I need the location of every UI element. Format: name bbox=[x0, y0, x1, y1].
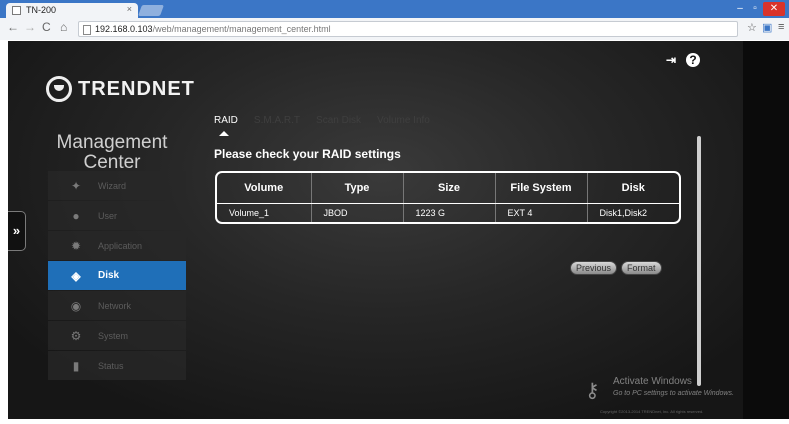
browser-toolbar: ← → C ⌂ 192.168.0.103/web/management/man… bbox=[0, 18, 789, 40]
disk-icon: ◈ bbox=[71, 268, 81, 283]
sidebar-item-user[interactable]: ● User bbox=[48, 201, 186, 230]
sidebar-item-label: Status bbox=[98, 360, 124, 371]
raid-settings-table: Volume Type Size File System Disk Volume… bbox=[215, 171, 681, 224]
maximize-button[interactable]: ▫ bbox=[748, 2, 762, 16]
forward-icon[interactable]: → bbox=[24, 20, 36, 34]
menu-icon[interactable]: ≡ bbox=[778, 21, 784, 33]
tab-strip: TN-200 × – ▫ ✕ bbox=[0, 0, 789, 18]
previous-button[interactable]: Previous bbox=[570, 261, 618, 275]
extension-icon[interactable]: ▣ bbox=[762, 21, 772, 34]
page-icon bbox=[83, 25, 91, 35]
table-cell: 1223 G bbox=[403, 203, 496, 222]
trendnet-logo-icon bbox=[46, 76, 72, 102]
bookmark-star-icon[interactable]: ☆ bbox=[747, 21, 757, 34]
table-row: Volume_1 JBOD 1223 G EXT 4 Disk1,Disk2 bbox=[217, 203, 679, 222]
logo-text: TRENDNET bbox=[78, 77, 195, 100]
gear-icon: ✹ bbox=[70, 238, 82, 253]
system-icon: ⚙ bbox=[70, 328, 82, 343]
format-button[interactable]: Format bbox=[621, 261, 662, 275]
user-icon: ● bbox=[72, 208, 80, 223]
new-tab-button[interactable] bbox=[137, 5, 165, 16]
content-scrollbar[interactable] bbox=[697, 136, 701, 386]
table-cell: EXT 4 bbox=[495, 203, 588, 222]
sidebar-item-application[interactable]: ✹ Application bbox=[48, 231, 186, 260]
address-bar[interactable]: 192.168.0.103/web/management/management_… bbox=[78, 21, 738, 37]
sidebar-item-label: Disk bbox=[98, 270, 120, 281]
trendnet-logo: TRENDNET bbox=[46, 76, 195, 102]
right-edge-panel bbox=[743, 41, 789, 419]
column-header: File System bbox=[495, 173, 588, 204]
disk-tabs: RAID S.M.A.R.T Scan Disk Volume Info bbox=[214, 115, 430, 136]
column-header: Volume bbox=[217, 173, 312, 204]
sidebar-item-label: Wizard bbox=[98, 180, 127, 191]
column-header: Size bbox=[403, 173, 496, 204]
browser-tab[interactable]: TN-200 × bbox=[6, 3, 138, 18]
column-header: Disk bbox=[587, 173, 679, 204]
nas-web-ui: TRENDNET ⇥ ? Management Center ✦ Wizard … bbox=[8, 41, 789, 419]
sidebar-item-label: System bbox=[98, 330, 129, 341]
footer-copyright: Copyright ©2013-2014 TRENDnet, Inc. All … bbox=[600, 409, 704, 414]
back-icon[interactable]: ← bbox=[7, 20, 19, 34]
browser-chrome: TN-200 × – ▫ ✕ ← → C ⌂ 192.168.0.103/web… bbox=[0, 0, 789, 40]
table-cell: Volume_1 bbox=[217, 203, 312, 222]
sidebar-item-wizard[interactable]: ✦ Wizard bbox=[48, 171, 186, 200]
tab-raid[interactable]: RAID bbox=[214, 115, 238, 136]
network-icon: ◉ bbox=[70, 298, 82, 313]
url-host: 192.168.0.103 bbox=[95, 24, 153, 34]
home-icon[interactable]: ⌂ bbox=[60, 20, 67, 34]
sidebar-item-label: User bbox=[98, 210, 118, 221]
key-icon: ⚷ bbox=[585, 380, 600, 402]
column-header: Type bbox=[311, 173, 404, 204]
help-icon[interactable]: ? bbox=[686, 53, 700, 67]
sidebar-item-label: Network bbox=[98, 300, 132, 311]
management-center-title: Management Center bbox=[56, 132, 168, 173]
close-window-button[interactable]: ✕ bbox=[763, 2, 785, 16]
table-cell: JBOD bbox=[311, 203, 404, 222]
tab-scan-disk[interactable]: Scan Disk bbox=[316, 115, 361, 126]
sidebar-toggle-button[interactable]: » bbox=[8, 211, 26, 251]
sidebar-item-disk[interactable]: ◈ Disk bbox=[48, 261, 186, 290]
page-heading: Please check your RAID settings bbox=[214, 147, 401, 161]
tab-volume-info[interactable]: Volume Info bbox=[377, 115, 430, 126]
tab-smart[interactable]: S.M.A.R.T bbox=[254, 115, 300, 126]
wand-icon: ✦ bbox=[70, 178, 82, 193]
sidebar-item-system[interactable]: ⚙ System bbox=[48, 321, 186, 350]
sidebar-item-status[interactable]: ▮ Status bbox=[48, 351, 186, 380]
tab-close-icon[interactable]: × bbox=[127, 4, 132, 14]
header-icons: ⇥ ? bbox=[664, 53, 700, 67]
table-header-row: Volume Type Size File System Disk bbox=[217, 173, 679, 204]
browser-tab-title: TN-200 bbox=[26, 5, 57, 15]
url-path: /web/management/management_center.html bbox=[152, 24, 331, 34]
minimize-button[interactable]: – bbox=[733, 2, 747, 16]
watermark-title: Activate Windows bbox=[613, 376, 692, 387]
page-favicon-icon bbox=[12, 6, 21, 15]
sidebar-menu: ✦ Wizard ● User ✹ Application ◈ Disk ◉ N… bbox=[48, 171, 186, 381]
status-icon: ▮ bbox=[72, 358, 80, 373]
reload-icon[interactable]: C bbox=[42, 20, 51, 34]
logout-icon[interactable]: ⇥ bbox=[664, 53, 678, 67]
watermark-subtitle: Go to PC settings to activate Windows. bbox=[613, 390, 734, 397]
sidebar-item-label: Application bbox=[98, 240, 143, 251]
table-cell: Disk1,Disk2 bbox=[599, 207, 648, 218]
sidebar-item-network[interactable]: ◉ Network bbox=[48, 291, 186, 320]
